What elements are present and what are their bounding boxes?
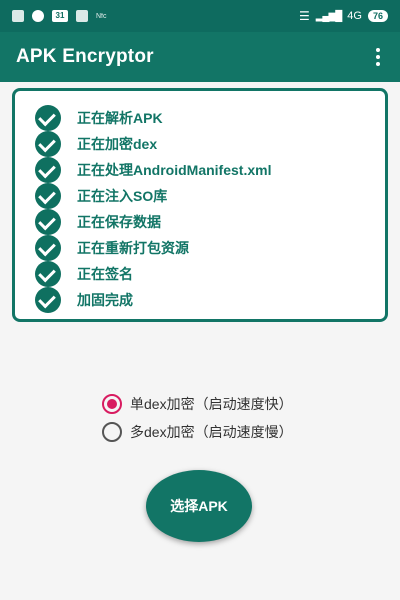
network-type: 4G: [347, 10, 362, 22]
check-circle-icon: [35, 105, 61, 131]
battery-indicator: 76: [367, 10, 388, 22]
progress-card: 正在解析APK 正在加密dex 正在处理AndroidManifest.xml …: [12, 88, 388, 322]
step-item: 正在解析APK: [35, 105, 365, 131]
check-circle-icon: [35, 183, 61, 209]
check-circle-icon: [35, 261, 61, 287]
check-circle-icon: [35, 287, 61, 313]
signal-icon: ▂▄▆█: [315, 10, 343, 22]
check-circle-icon: [35, 209, 61, 235]
wifi-icon: ☰: [298, 9, 310, 23]
step-label: 正在加密dex: [77, 136, 158, 152]
sd-card-icon: [76, 10, 88, 22]
option-label[interactable]: 单dex加密（启动速度快）: [130, 394, 293, 414]
check-circle-icon: [35, 131, 61, 157]
shield-icon: [32, 10, 44, 22]
step-label: 正在签名: [77, 266, 133, 282]
app-notification-icon: [12, 10, 24, 22]
more-options-icon[interactable]: [372, 46, 384, 68]
step-item: 正在加密dex: [35, 131, 365, 157]
step-label: 正在保存数据: [77, 214, 161, 230]
calendar-icon: 31: [52, 10, 68, 22]
encryption-mode-options: 单dex加密（启动速度快） 多dex加密（启动速度慢）: [102, 390, 293, 446]
app-bar: APK Encryptor: [0, 32, 400, 82]
single-dex-option[interactable]: 单dex加密（启动速度快）: [102, 390, 293, 418]
status-small-text: Nfc: [96, 12, 107, 20]
select-apk-button[interactable]: 选择APK: [146, 470, 252, 542]
check-circle-icon: [35, 157, 61, 183]
step-label: 正在解析APK: [77, 110, 163, 126]
step-item: 正在重新打包资源: [35, 235, 365, 261]
radio-unselected-icon[interactable]: [102, 422, 122, 442]
radio-selected-icon[interactable]: [102, 394, 122, 414]
step-item: 正在注入SO库: [35, 183, 365, 209]
multi-dex-option[interactable]: 多dex加密（启动速度慢）: [102, 418, 293, 446]
step-item: 正在处理AndroidManifest.xml: [35, 157, 365, 183]
step-item: 正在签名: [35, 261, 365, 287]
step-item: 加固完成: [35, 287, 365, 313]
check-circle-icon: [35, 235, 61, 261]
option-label[interactable]: 多dex加密（启动速度慢）: [130, 422, 293, 442]
step-label: 加固完成: [77, 292, 133, 308]
status-bar: 31 Nfc ☰ ▂▄▆█ 4G 76: [0, 0, 400, 32]
step-label: 正在处理AndroidManifest.xml: [77, 162, 272, 178]
step-label: 正在重新打包资源: [77, 240, 189, 256]
step-item: 正在保存数据: [35, 209, 365, 235]
app-title: APK Encryptor: [16, 46, 154, 67]
step-label: 正在注入SO库: [77, 188, 168, 204]
